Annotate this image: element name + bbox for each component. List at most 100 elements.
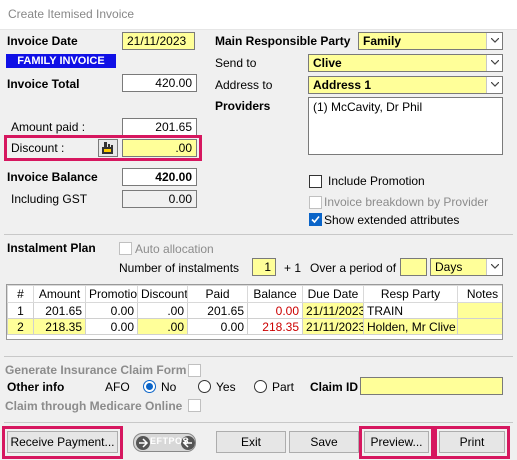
save-button[interactable]: Save	[289, 431, 359, 453]
providers-list[interactable]: (1) McCavity, Dr Phil	[308, 97, 503, 155]
address-to-dropdown-icon[interactable]	[486, 77, 502, 93]
col-header-discount[interactable]: Discount	[137, 285, 188, 303]
cell-paid[interactable]: 201.65	[187, 302, 248, 319]
eftpos-logo-text: EFTPOS	[150, 436, 190, 446]
claim-id-field[interactable]	[360, 377, 503, 395]
receive-payment-button[interactable]: Receive Payment...	[7, 431, 118, 453]
period-unit-select[interactable]: Days	[430, 258, 503, 276]
cell-balance[interactable]: 218.35	[247, 318, 303, 335]
afo-part-label: Part	[272, 380, 295, 394]
main-party-value: Family	[363, 34, 402, 48]
other-info-label: Other info	[7, 380, 65, 394]
invoice-breakdown-label: Invoice breakdown by Provider	[324, 195, 489, 209]
send-to-label: Send to	[215, 56, 257, 70]
show-extended-label: Show extended attributes	[324, 213, 460, 227]
separator-3	[4, 422, 513, 423]
table-row[interactable]: 1 201.65 0.00 .00 201.65 0.00 21/11/2023…	[7, 302, 502, 319]
family-invoice-badge: FAMILY INVOICE	[6, 54, 116, 68]
cell-discount[interactable]: .00	[137, 302, 188, 319]
cell-resp-party[interactable]: TRAIN	[363, 302, 458, 319]
afo-no-label: No	[161, 380, 177, 394]
medicare-checkbox[interactable]	[188, 399, 201, 412]
cell-promotion[interactable]: 0.00	[85, 318, 138, 335]
discount-field[interactable]: .00	[122, 139, 197, 157]
send-to-dropdown-icon[interactable]	[486, 55, 502, 71]
send-to-select[interactable]: Clive	[308, 54, 503, 72]
col-header-notes[interactable]: Notes	[457, 285, 502, 303]
cell-number[interactable]: 1	[7, 302, 34, 319]
cell-due-date[interactable]: 21/11/2023	[302, 318, 364, 335]
amount-paid-field[interactable]: 201.65	[122, 118, 197, 136]
cell-due-date[interactable]: 21/11/2023	[302, 302, 364, 319]
address-to-select[interactable]: Address 1	[308, 76, 503, 94]
eftpos-button[interactable]: EFTPOS	[133, 433, 196, 452]
invoice-balance-label: Invoice Balance	[7, 170, 98, 184]
print-button[interactable]: Print	[439, 431, 505, 453]
separator-2	[4, 356, 513, 357]
invoice-breakdown-checkbox[interactable]	[309, 196, 322, 209]
invoice-total-label: Invoice Total	[7, 77, 80, 91]
col-header-resp-party[interactable]: Resp Party	[363, 285, 458, 303]
plus-one-label: + 1	[284, 261, 302, 275]
period-unit-dropdown-icon[interactable]	[486, 259, 502, 275]
discount-calculator-button[interactable]	[98, 139, 118, 157]
instalments-number-label: Number of instalments	[119, 261, 240, 275]
col-header-balance[interactable]: Balance	[247, 285, 303, 303]
invoice-date-field[interactable]: 21/11/2023	[122, 32, 195, 50]
show-extended-checkbox[interactable]	[309, 213, 322, 226]
gst-label: Including GST	[11, 192, 88, 206]
instalment-plan-title: Instalment Plan	[7, 241, 96, 255]
address-to-value: Address 1	[313, 78, 372, 92]
cell-number[interactable]: 2	[7, 318, 34, 335]
col-header-promotion[interactable]: Promotion	[85, 285, 138, 303]
afo-label: AFO	[105, 380, 130, 394]
amount-paid-label: Amount paid :	[11, 120, 86, 134]
exit-button[interactable]: Exit	[216, 431, 286, 453]
preview-button[interactable]: Preview...	[364, 431, 429, 453]
cell-balance[interactable]: 0.00	[247, 302, 303, 319]
cell-amount[interactable]: 201.65	[33, 302, 86, 319]
title-bar: Create Itemised Invoice	[0, 0, 517, 30]
col-header-paid[interactable]: Paid	[187, 285, 248, 303]
main-party-label: Main Responsible Party	[215, 34, 351, 48]
afo-yes-radio[interactable]	[198, 380, 211, 393]
period-field[interactable]	[400, 258, 427, 276]
invoice-date-label: Invoice Date	[7, 34, 78, 48]
instalment-table: # Amount Promotion Discount Paid Balance…	[7, 285, 502, 335]
separator-1	[4, 234, 513, 235]
instalments-number-field[interactable]: 1	[252, 258, 276, 276]
generate-claim-label: Generate Insurance Claim Form	[5, 363, 187, 377]
table-row[interactable]: 2 218.35 0.00 .00 0.00 218.35 21/11/2023…	[7, 318, 502, 335]
checkmark-icon	[311, 215, 320, 224]
cell-paid[interactable]: 0.00	[187, 318, 248, 335]
cell-amount[interactable]: 218.35	[33, 318, 86, 335]
main-party-select[interactable]: Family	[358, 32, 503, 50]
discount-label: Discount :	[11, 141, 65, 155]
col-header-number[interactable]: #	[7, 285, 34, 303]
providers-label: Providers	[215, 99, 271, 113]
cell-promotion[interactable]: 0.00	[85, 302, 138, 319]
afo-yes-label: Yes	[216, 380, 236, 394]
provider-item[interactable]: (1) McCavity, Dr Phil	[313, 100, 498, 114]
main-party-dropdown-icon[interactable]	[486, 33, 502, 49]
instalment-table-container: # Amount Promotion Discount Paid Balance…	[6, 284, 503, 340]
cell-discount[interactable]: .00	[137, 318, 188, 335]
invoice-total-field[interactable]: 420.00	[122, 74, 197, 92]
afo-part-radio[interactable]	[254, 380, 267, 393]
address-to-label: Address to	[215, 78, 273, 92]
cell-notes[interactable]	[457, 318, 502, 335]
invoice-balance-field[interactable]: 420.00	[122, 168, 197, 186]
generate-claim-checkbox[interactable]	[188, 364, 201, 377]
auto-allocation-checkbox[interactable]	[119, 242, 132, 255]
table-header-row: # Amount Promotion Discount Paid Balance…	[7, 285, 502, 303]
cell-notes[interactable]	[457, 302, 502, 319]
include-promotion-checkbox[interactable]	[309, 175, 322, 188]
cell-resp-party[interactable]: Holden, Mr Clive	[363, 318, 458, 335]
col-header-due-date[interactable]: Due Date	[302, 285, 364, 303]
period-unit-value: Days	[435, 260, 463, 274]
period-label: Over a period of	[310, 261, 397, 275]
window-title: Create Itemised Invoice	[8, 7, 135, 21]
send-to-value: Clive	[313, 56, 342, 70]
col-header-amount[interactable]: Amount	[33, 285, 86, 303]
afo-no-radio[interactable]	[143, 380, 156, 393]
